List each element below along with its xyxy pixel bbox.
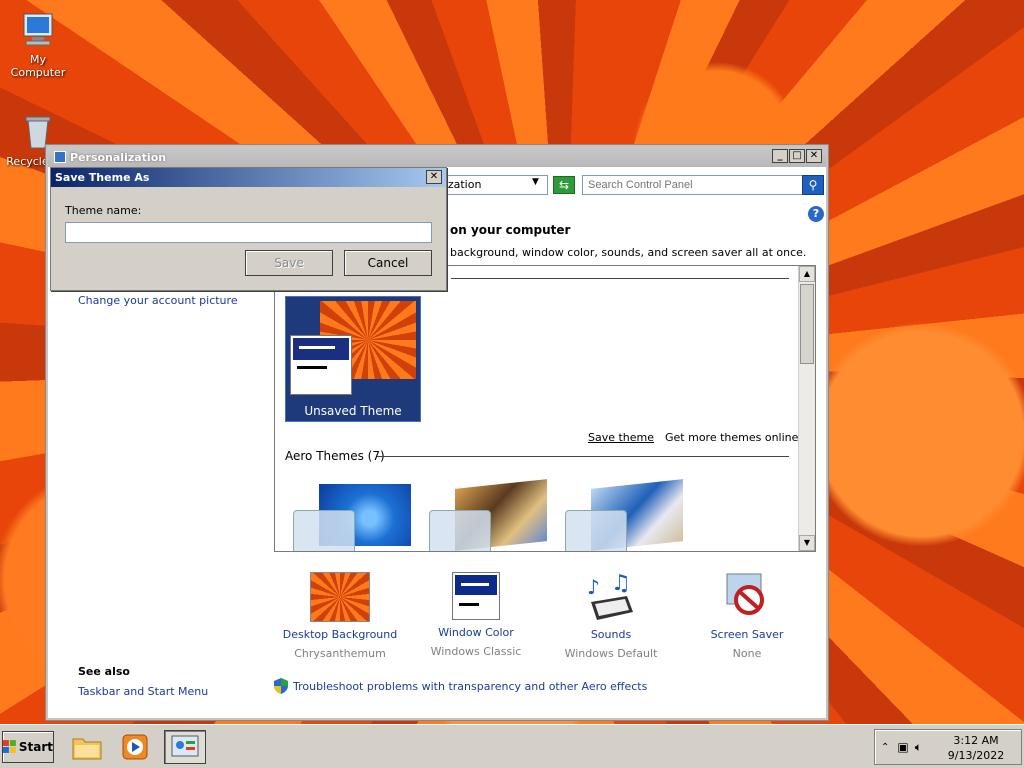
cancel-button[interactable]: Cancel xyxy=(344,250,432,276)
windows-logo-icon xyxy=(3,740,16,753)
see-also-heading: See also xyxy=(78,665,130,678)
desktop-icon-my-computer[interactable]: My Computer xyxy=(2,10,74,79)
refresh-icon[interactable]: ⇆ xyxy=(553,176,575,194)
aero-theme-windows7[interactable] xyxy=(289,476,411,551)
save-theme-link[interactable]: Save theme xyxy=(588,431,654,444)
item-value: Chrysanthemum xyxy=(294,647,386,660)
taskbar-media-player[interactable] xyxy=(114,730,156,764)
window-color-icon xyxy=(452,572,500,620)
maximize-button[interactable]: □ xyxy=(789,149,805,163)
folder-icon xyxy=(72,738,102,760)
start-label: Start xyxy=(18,740,53,754)
window-titlebar[interactable]: Personalization xyxy=(48,147,826,167)
troubleshoot-label: Troubleshoot problems with transparency … xyxy=(293,679,648,693)
taskbar-explorer[interactable] xyxy=(66,730,108,764)
tray-expand-icon[interactable]: ⌃ xyxy=(881,742,889,753)
save-button[interactable]: Save xyxy=(245,250,333,276)
theme-window-preview xyxy=(293,510,355,551)
theme-window-preview xyxy=(290,335,352,395)
unsaved-theme-label: Unsaved Theme xyxy=(304,404,402,418)
media-player-icon xyxy=(122,734,148,760)
desktop-background-item[interactable]: Desktop Background Chrysanthemum xyxy=(275,572,405,660)
item-value: Windows Default xyxy=(564,647,658,660)
help-icon[interactable]: ? xyxy=(808,206,824,222)
desktop-background-icon xyxy=(310,572,370,622)
get-more-themes-link[interactable]: Get more themes online xyxy=(665,431,798,444)
shield-icon xyxy=(274,678,288,694)
item-name: Desktop Background xyxy=(282,628,398,641)
window-controls: _ □ ✕ xyxy=(772,149,822,163)
item-name: Screen Saver xyxy=(710,628,784,641)
svg-text:♫: ♫ xyxy=(611,572,631,596)
dialog-close-button[interactable]: ✕ xyxy=(426,170,442,184)
theme-name-input[interactable] xyxy=(65,222,432,243)
search-input[interactable] xyxy=(582,175,804,195)
sounds-item[interactable]: ♪ ♫ Sounds Windows Default xyxy=(546,571,676,660)
system-tray: ⌃ ▣ 🔈︎ 3:12 AM 9/13/2022 xyxy=(874,729,1022,765)
computer-icon xyxy=(18,10,58,50)
theme-window-preview xyxy=(565,510,627,551)
minimize-button[interactable]: _ xyxy=(772,149,788,163)
network-icon[interactable]: ▣ xyxy=(897,740,908,754)
divider xyxy=(451,278,789,279)
dialog-titlebar[interactable]: Save Theme As xyxy=(51,168,446,187)
volume-icon[interactable]: 🔈︎ xyxy=(915,740,922,755)
theme-list-scrollbar[interactable]: ▲ ▼ xyxy=(798,266,815,551)
desktop-icon-label: My Computer xyxy=(10,53,66,79)
aero-theme-architecture[interactable] xyxy=(425,476,547,551)
page-heading: on your computer xyxy=(450,223,571,237)
item-name: Sounds xyxy=(590,628,632,641)
taskbar-start-menu-link[interactable]: Taskbar and Start Menu xyxy=(78,685,208,698)
close-button[interactable]: ✕ xyxy=(806,149,822,163)
unsaved-theme-tile[interactable]: Unsaved Theme xyxy=(285,296,421,422)
clock[interactable]: 3:12 AM 9/13/2022 xyxy=(931,733,1021,763)
taskbar: Start ⌃ ▣ 🔈︎ 3:12 AM 9/13/2022 xyxy=(0,724,1024,768)
taskbar-control-panel[interactable] xyxy=(164,730,206,764)
aero-theme-characters[interactable] xyxy=(561,476,683,551)
chevron-down-icon[interactable]: ▼ xyxy=(532,177,539,187)
theme-window-preview xyxy=(429,510,491,551)
search-icon[interactable]: ⚲ xyxy=(802,175,824,195)
scroll-thumb[interactable] xyxy=(800,284,814,364)
divider xyxy=(377,456,789,457)
window-title: Personalization xyxy=(70,150,167,164)
aero-themes-heading: Aero Themes (7) xyxy=(285,449,385,463)
window-app-icon xyxy=(54,151,66,163)
change-account-picture-link[interactable]: Change your account picture xyxy=(78,294,238,307)
svg-text:♪: ♪ xyxy=(587,575,600,599)
save-theme-dialog: Save Theme As ✕ Theme name: Save Cancel xyxy=(50,167,447,291)
page-subheading: background, window color, sounds, and sc… xyxy=(450,246,807,259)
theme-list: Unsaved Theme Save theme Get more themes… xyxy=(274,265,816,552)
screen-saver-item[interactable]: Screen Saver None xyxy=(682,572,812,660)
item-value: None xyxy=(732,647,762,660)
screen-saver-icon xyxy=(717,572,777,622)
item-name: Window Color xyxy=(438,626,514,639)
start-button[interactable]: Start xyxy=(2,731,54,763)
troubleshoot-aero-link[interactable]: Troubleshoot problems with transparency … xyxy=(274,678,647,694)
clock-time: 3:12 AM xyxy=(953,734,999,747)
scroll-down-icon[interactable]: ▼ xyxy=(799,535,815,551)
sounds-icon: ♪ ♫ xyxy=(581,571,641,622)
item-value: Windows Classic xyxy=(430,645,522,658)
theme-name-label: Theme name: xyxy=(65,204,142,217)
clock-date: 9/13/2022 xyxy=(947,749,1005,762)
scroll-up-icon[interactable]: ▲ xyxy=(799,266,815,282)
window-color-item[interactable]: Window Color Windows Classic xyxy=(411,572,541,658)
control-panel-icon xyxy=(171,735,199,757)
